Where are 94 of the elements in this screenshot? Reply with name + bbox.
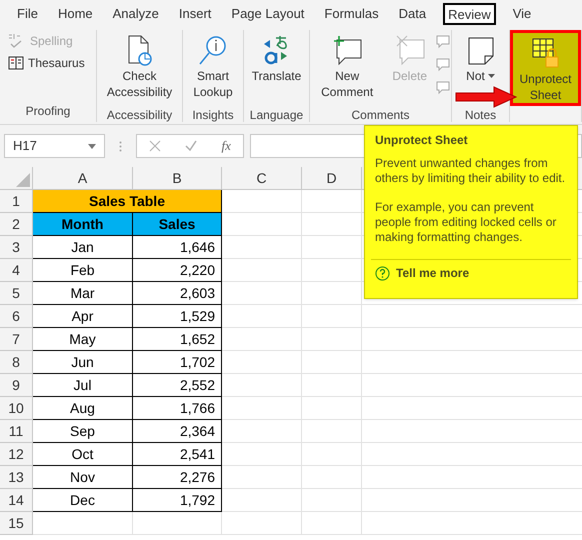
- row-header[interactable]: 8: [0, 351, 33, 374]
- row-header[interactable]: 10: [0, 397, 33, 420]
- row-header[interactable]: 4: [0, 259, 33, 282]
- empty-cell: [302, 351, 362, 374]
- row-header[interactable]: 5: [0, 282, 33, 305]
- ribbon-tab[interactable]: Page Layout: [228, 3, 308, 25]
- group-label: Proofing: [26, 103, 70, 120]
- table-cell: Jun: [33, 351, 133, 374]
- group-label: Insights: [192, 107, 234, 124]
- ribbon-tab[interactable]: Data: [396, 3, 430, 25]
- empty-cell: [302, 397, 362, 420]
- ribbon-tab[interactable]: Insert: [176, 3, 214, 25]
- table-cell: 1,646: [133, 236, 222, 259]
- row-header[interactable]: 7: [0, 328, 33, 351]
- table-cell: Jul: [33, 374, 133, 397]
- select-all-icon[interactable]: [16, 173, 30, 187]
- table-cell: 1,766: [133, 397, 222, 420]
- ribbon-button[interactable]: Not: [462, 30, 500, 106]
- table-cell: 2,552: [133, 374, 222, 397]
- table-cell: Oct: [33, 443, 133, 466]
- checkmark-icon[interactable]: [185, 140, 198, 152]
- thesaurus-button[interactable]: Thesaurus: [4, 52, 89, 74]
- new-comment-icon: [331, 34, 364, 68]
- empty-cell: [302, 443, 362, 466]
- ribbon-tab[interactable]: Formulas: [321, 3, 382, 25]
- empty-cell: [302, 328, 362, 351]
- table-cell: Nov: [33, 466, 133, 489]
- table-cell: 2,364: [133, 420, 222, 443]
- drag-handle-icon[interactable]: [119, 140, 122, 152]
- table-cell: Apr: [33, 305, 133, 328]
- table-cell: 1,702: [133, 351, 222, 374]
- group-label: Accessibility: [106, 107, 172, 124]
- table-cell: 1,529: [133, 305, 222, 328]
- ribbon-button[interactable]: Check Accessibility: [97, 30, 182, 106]
- cancel-icon[interactable]: [149, 140, 162, 152]
- table-header-cell: Month: [33, 213, 133, 236]
- caret-icon: [488, 74, 495, 78]
- tooltip-text: Prevent unwanted changes from others by limiting their ability to edit.: [375, 156, 566, 186]
- row-header[interactable]: 9: [0, 374, 33, 397]
- help-icon: [375, 266, 390, 281]
- delete-comment-icon: [394, 34, 426, 68]
- ribbon-button[interactable]: New Comment: [310, 30, 384, 106]
- insert-function-button[interactable]: fx: [222, 136, 231, 156]
- row-header[interactable]: 2: [0, 213, 33, 236]
- table-cell: 1,652: [133, 328, 222, 351]
- empty-cell: [302, 489, 362, 512]
- table-cell: Jan: [33, 236, 133, 259]
- ribbon-tab[interactable]: Review: [443, 3, 496, 25]
- table-cell: Feb: [33, 259, 133, 282]
- row-header[interactable]: 12: [0, 443, 33, 466]
- table-cell: 2,603: [133, 282, 222, 305]
- ribbon-button[interactable]: Smart Lookup: [183, 30, 243, 106]
- empty-cell: [302, 512, 362, 535]
- empty-cell: [302, 466, 362, 489]
- ribbon-button[interactable]: Translate: [248, 30, 306, 106]
- cell-reference: H17: [13, 137, 37, 156]
- ribbon-tab[interactable]: Home: [54, 3, 96, 25]
- table-cell: Dec: [33, 489, 133, 512]
- tooltip-title: Unprotect Sheet: [375, 133, 469, 148]
- table-cell: 2,220: [133, 259, 222, 282]
- dropdown-icon[interactable]: [88, 144, 96, 148]
- table-cell: 1,792: [133, 489, 222, 512]
- row-header[interactable]: 13: [0, 466, 33, 489]
- group-label: Notes: [464, 107, 496, 124]
- table-cell: Aug: [33, 397, 133, 420]
- row-header[interactable]: 3: [0, 236, 33, 259]
- group-label: Language: [250, 107, 304, 124]
- row-header[interactable]: 11: [0, 420, 33, 443]
- table-header-cell: Sales: [133, 213, 222, 236]
- row-header[interactable]: 1: [0, 190, 33, 213]
- name-box[interactable]: H17: [4, 134, 105, 158]
- table-cell: 2,541: [133, 443, 222, 466]
- row-header[interactable]: 15: [0, 512, 33, 535]
- column-header[interactable]: C: [222, 167, 302, 190]
- table-title-cell: Sales Table: [33, 190, 222, 213]
- column-header[interactable]: D: [302, 167, 362, 190]
- pointer-arrow: [455, 86, 518, 108]
- tooltip-text: For example, you can prevent people from editing locked cells or making formatting changes.: [375, 200, 558, 245]
- ribbon-tab[interactable]: Analyze: [110, 3, 162, 25]
- table-cell: May: [33, 328, 133, 351]
- empty-cell: [302, 305, 362, 328]
- table-cell: Sep: [33, 420, 133, 443]
- ribbon-tab[interactable]: File: [14, 3, 41, 25]
- group-label: Comments: [351, 107, 410, 124]
- empty-cell: [302, 374, 362, 397]
- row-header[interactable]: 6: [0, 305, 33, 328]
- table-cell: Mar: [33, 282, 133, 305]
- tell-me-more-link[interactable]: Tell me more: [396, 266, 470, 281]
- row-header[interactable]: 14: [0, 489, 33, 512]
- ribbon-button[interactable]: Unprotect Sheet: [510, 30, 581, 106]
- table-cell: 2,276: [133, 466, 222, 489]
- book-icon: [8, 55, 24, 71]
- empty-cell: [302, 420, 362, 443]
- ribbon-tab[interactable]: Vie: [510, 3, 534, 25]
